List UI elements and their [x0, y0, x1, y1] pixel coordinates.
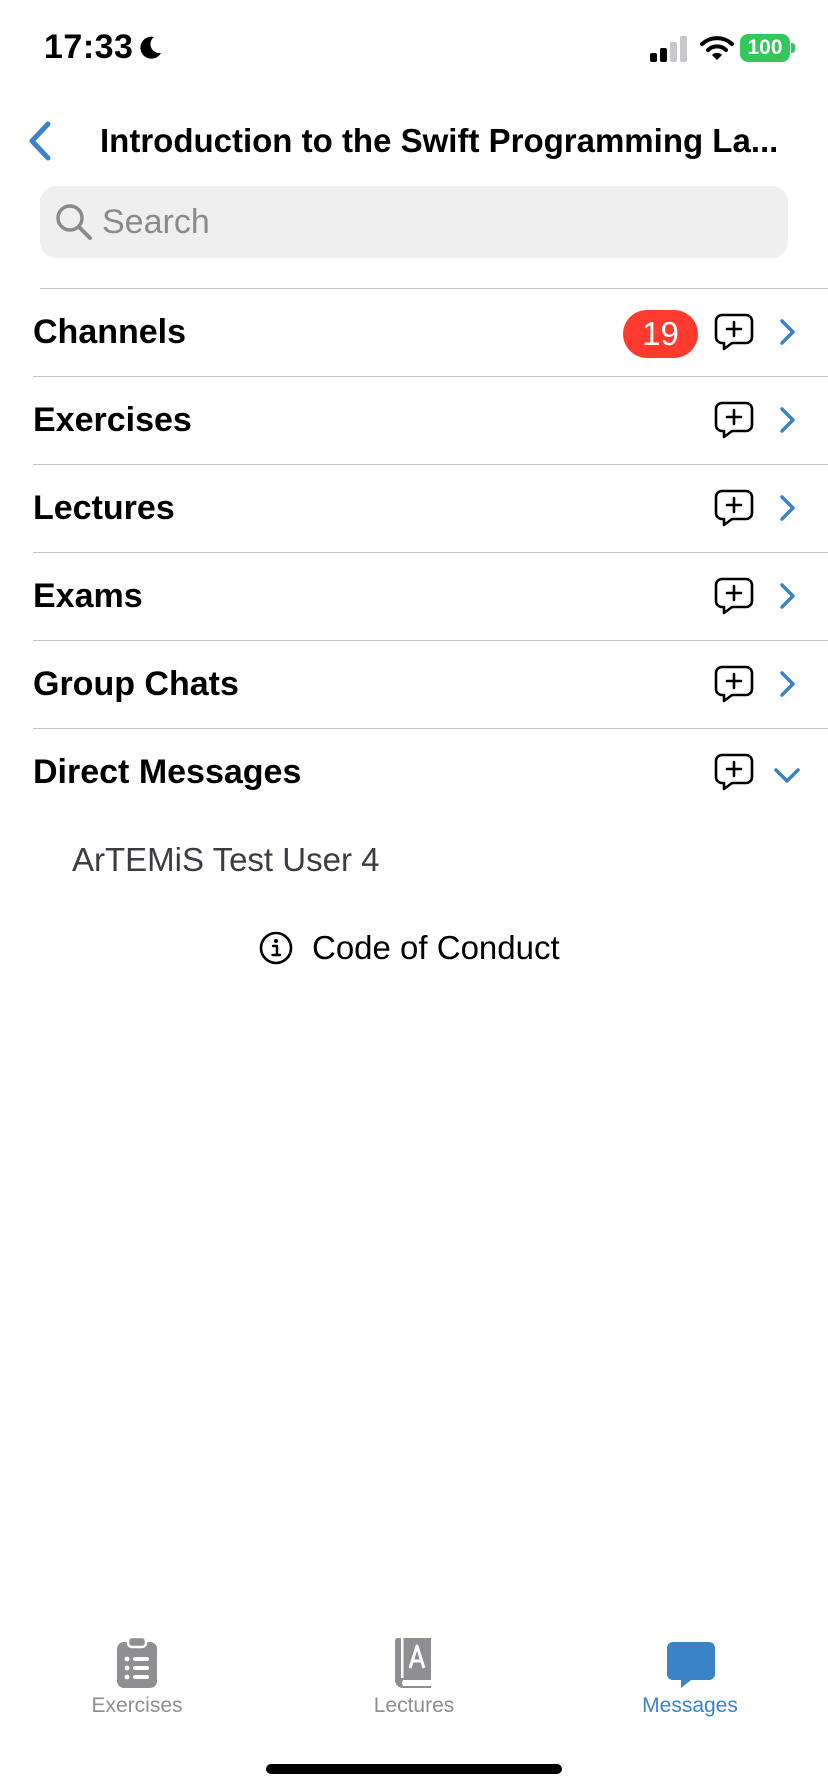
tab-label: Messages: [642, 1694, 738, 1717]
new-message-icon[interactable]: [714, 665, 754, 703]
home-indicator: [266, 1764, 562, 1774]
section-label: Group Chats: [33, 665, 239, 703]
status-time: 17:33: [44, 28, 134, 66]
section-group-chats[interactable]: Group Chats: [0, 641, 828, 728]
section-exercises[interactable]: Exercises: [0, 377, 828, 464]
search-input[interactable]: [102, 186, 762, 258]
chevron-right-icon[interactable]: [774, 493, 800, 523]
section-channels[interactable]: Channels 19: [0, 289, 828, 376]
battery-level: 100: [740, 34, 790, 62]
section-exams[interactable]: Exams: [0, 553, 828, 640]
tab-label: Exercises: [91, 1694, 183, 1717]
conversation-sections: Channels 19 Exercises Lectures Exams Gro…: [0, 288, 828, 816]
section-label: Direct Messages: [33, 753, 302, 791]
new-message-icon[interactable]: [714, 489, 754, 527]
chat-bubble-icon: [667, 1642, 715, 1688]
section-label: Exams: [33, 577, 143, 615]
section-label: Exercises: [33, 401, 192, 439]
info-icon: [259, 931, 293, 965]
new-message-icon[interactable]: [714, 577, 754, 615]
section-direct-messages[interactable]: Direct Messages: [0, 729, 828, 816]
chevron-down-icon[interactable]: [772, 763, 802, 787]
book-icon: [394, 1638, 431, 1688]
status-bar: 17:33 100: [0, 0, 828, 100]
chevron-right-icon[interactable]: [774, 669, 800, 699]
back-chevron-icon[interactable]: [22, 118, 62, 164]
chevron-right-icon[interactable]: [774, 317, 800, 347]
new-message-icon[interactable]: [714, 313, 754, 351]
page-title: Introduction to the Swift Programming La…: [100, 122, 779, 159]
search-bar[interactable]: [40, 186, 788, 258]
section-label: Channels: [33, 313, 187, 351]
new-message-icon[interactable]: [714, 753, 754, 791]
tab-label: Lectures: [373, 1694, 455, 1717]
battery-tip: [791, 43, 795, 53]
clipboard-list-icon: [117, 1636, 157, 1688]
chevron-right-icon[interactable]: [774, 581, 800, 611]
code-of-conduct-label: Code of Conduct: [312, 929, 560, 966]
tab-exercises[interactable]: Exercises: [37, 1620, 237, 1730]
moon-icon: [140, 36, 161, 59]
wifi-icon: [700, 36, 734, 60]
direct-message-item[interactable]: ArTEMiS Test User 4: [72, 840, 379, 880]
tab-messages[interactable]: Messages: [590, 1620, 790, 1730]
new-message-icon[interactable]: [714, 401, 754, 439]
tab-bar: Exercises Lectures Messages: [0, 1620, 828, 1730]
chevron-right-icon[interactable]: [774, 405, 800, 435]
tab-lectures[interactable]: Lectures: [314, 1620, 514, 1730]
code-of-conduct-button[interactable]: Code of Conduct: [258, 928, 560, 968]
unread-badge: 19: [623, 310, 698, 358]
section-lectures[interactable]: Lectures: [0, 465, 828, 552]
cellular-signal-icon: [650, 36, 687, 62]
battery-indicator: 100: [740, 34, 795, 62]
search-icon: [56, 204, 92, 240]
section-label: Lectures: [33, 489, 175, 527]
